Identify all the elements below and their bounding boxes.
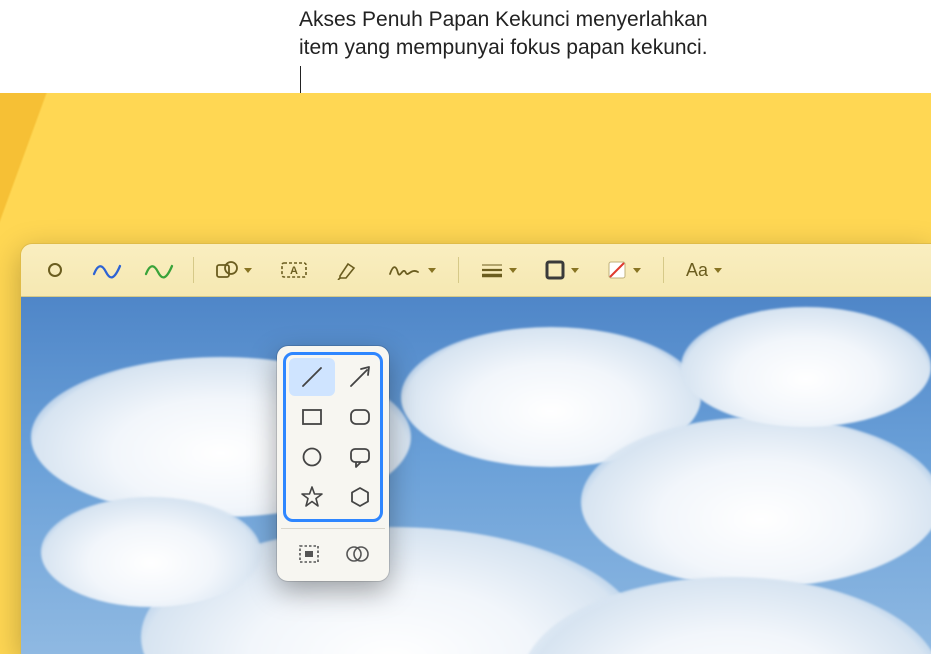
hexagon-icon xyxy=(347,484,373,510)
cloud-decoration xyxy=(41,497,261,607)
image-canvas[interactable] xyxy=(21,297,931,654)
highlight-button[interactable] xyxy=(324,253,372,287)
signature-button[interactable] xyxy=(376,253,448,287)
signature-icon xyxy=(388,260,422,280)
shapes-button[interactable] xyxy=(204,253,264,287)
text-box-icon: A xyxy=(280,260,308,280)
desktop-background: A xyxy=(0,93,931,654)
draw-green-button[interactable] xyxy=(135,253,183,287)
shape-oval[interactable] xyxy=(289,438,335,476)
shape-rectangle[interactable] xyxy=(289,398,335,436)
mask-icon xyxy=(297,543,321,565)
stroke-color-button[interactable] xyxy=(533,253,591,287)
rectangle-icon xyxy=(299,404,325,430)
popover-separator xyxy=(281,528,385,529)
shape-line[interactable] xyxy=(289,358,335,396)
star-icon xyxy=(299,484,325,510)
shapes-focus-group xyxy=(283,352,383,522)
markup-toolbar: A xyxy=(21,244,931,297)
shapes-popover xyxy=(277,346,389,581)
draw-blue-button[interactable] xyxy=(83,253,131,287)
svg-text:A: A xyxy=(290,265,298,277)
squiggle-green-icon xyxy=(144,260,174,280)
shape-loupe[interactable] xyxy=(334,537,380,571)
popover-extras xyxy=(283,535,383,575)
text-style-label: Aa xyxy=(686,260,708,281)
callout-line2: item yang mempunyai fokus papan kekunci. xyxy=(299,34,708,62)
callout-text: Akses Penuh Papan Kekunci menyerlahkan i… xyxy=(299,6,708,63)
toolbar-separator xyxy=(193,257,194,283)
speech-bubble-icon xyxy=(347,444,373,470)
arrow-icon xyxy=(347,364,373,390)
cloud-decoration xyxy=(581,417,931,587)
toolbar-separator xyxy=(458,257,459,283)
shape-rounded-rectangle[interactable] xyxy=(337,398,383,436)
shape-star[interactable] xyxy=(289,478,335,516)
selection-tool-button[interactable] xyxy=(31,253,79,287)
highlight-icon xyxy=(336,260,360,280)
shape-arrow[interactable] xyxy=(337,358,383,396)
markup-window: A xyxy=(20,243,931,654)
cloud-decoration xyxy=(681,307,931,427)
shape-mask[interactable] xyxy=(286,537,332,571)
shape-hexagon[interactable] xyxy=(337,478,383,516)
loupe-icon xyxy=(345,543,369,565)
fill-color-icon xyxy=(607,260,627,280)
line-style-icon xyxy=(481,262,503,278)
text-style-button[interactable]: Aa xyxy=(674,253,734,287)
shape-speech-bubble[interactable] xyxy=(337,438,383,476)
squiggle-blue-icon xyxy=(92,260,122,280)
selection-icon xyxy=(48,263,62,277)
fill-color-button[interactable] xyxy=(595,253,653,287)
callout-line1: Akses Penuh Papan Kekunci menyerlahkan xyxy=(299,6,708,34)
shapes-icon xyxy=(216,260,238,280)
toolbar-separator xyxy=(663,257,664,283)
text-box-button[interactable]: A xyxy=(268,253,320,287)
oval-icon xyxy=(299,444,325,470)
rounded-rectangle-icon xyxy=(347,404,373,430)
line-icon xyxy=(299,364,325,390)
line-style-button[interactable] xyxy=(469,253,529,287)
stroke-color-icon xyxy=(545,260,565,280)
